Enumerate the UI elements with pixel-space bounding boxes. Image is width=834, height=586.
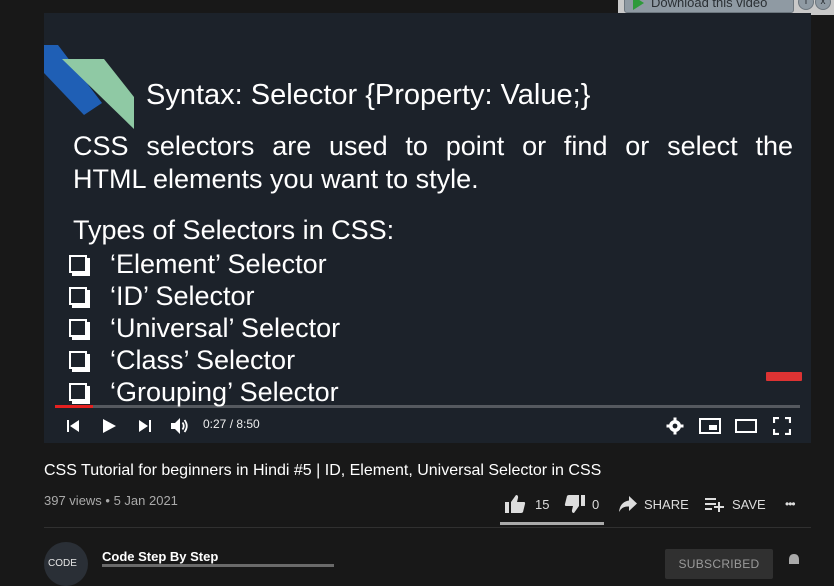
like-ratio-bar [500, 522, 604, 525]
checkbox-bullet-icon [69, 287, 87, 305]
avatar[interactable]: CODE [44, 542, 88, 586]
miniplayer-icon[interactable] [698, 409, 722, 443]
video-title: CSS Tutorial for beginners in Hindi #5 |… [44, 462, 602, 479]
selector-label: ‘Element’ Selector [110, 249, 327, 279]
video-meta: 397 views • 5 Jan 2021 [44, 493, 178, 508]
checkbox-bullet-icon [69, 351, 87, 369]
progress-bar-played [55, 405, 93, 408]
slide-description-line2: HTML elements you want to style. [73, 164, 479, 194]
thumbs-down-icon [564, 495, 585, 513]
time-display: 0:27 / 8:50 [203, 417, 260, 431]
slide-description-line1: CSS selectors are used to point or find … [73, 131, 793, 161]
avatar-text: CODE [48, 558, 77, 569]
theater-mode-icon[interactable] [734, 409, 758, 443]
share-label: SHARE [644, 496, 689, 512]
info-icon[interactable]: i [798, 0, 814, 10]
save-label: SAVE [732, 496, 766, 512]
subscribe-watermark-icon[interactable] [766, 372, 802, 381]
selector-label: ‘Universal’ Selector [110, 313, 341, 343]
slide-logo-icon [44, 45, 134, 129]
bell-icon[interactable] [786, 553, 802, 567]
video-player[interactable]: Syntax: Selector {Property: Value;} CSS … [44, 13, 811, 443]
volume-icon[interactable] [168, 409, 192, 443]
dislike-count: 0 [592, 496, 600, 512]
slide-types-heading: Types of Selectors in CSS: [73, 215, 395, 245]
channel-name[interactable]: Code Step By Step [102, 549, 218, 564]
like-button[interactable]: 15 [504, 490, 549, 518]
checkbox-bullet-icon [69, 383, 87, 401]
like-count: 15 [535, 496, 550, 512]
more-actions-icon[interactable]: ••• [785, 490, 796, 518]
checkbox-bullet-icon [69, 319, 87, 337]
share-arrow-icon [619, 496, 637, 512]
divider [44, 527, 811, 528]
save-playlist-add-icon [705, 498, 724, 512]
fullscreen-icon[interactable] [770, 409, 794, 443]
thumbs-up-icon [505, 495, 526, 513]
player-controls: 0:27 / 8:50 [44, 409, 811, 443]
download-video-button[interactable]: Download this video [624, 0, 794, 13]
checkbox-bullet-icon [69, 255, 87, 273]
selector-label: ‘Grouping’ Selector [110, 377, 339, 407]
subscribe-button[interactable]: SUBSCRIBED [665, 549, 773, 579]
gear-icon[interactable] [664, 409, 686, 443]
slide-syntax-text: Syntax: Selector {Property: Value;} [146, 79, 591, 111]
download-button-label: Download this video [651, 0, 768, 10]
share-button[interactable]: SHARE [618, 490, 689, 518]
selector-label: ‘ID’ Selector [110, 281, 255, 311]
dislike-button[interactable]: 0 [564, 490, 599, 518]
progress-bar[interactable] [55, 405, 800, 408]
skip-previous-icon[interactable] [62, 409, 84, 443]
play-icon[interactable] [96, 409, 122, 443]
selector-label: ‘Class’ Selector [110, 345, 296, 375]
save-button[interactable]: SAVE [705, 490, 766, 518]
like-ratio-fill [500, 522, 604, 525]
play-arrow-icon [633, 0, 644, 10]
skip-next-icon[interactable] [134, 409, 156, 443]
video-frame-slide: Syntax: Selector {Property: Value;} CSS … [44, 13, 811, 443]
close-icon[interactable]: x [815, 0, 831, 10]
